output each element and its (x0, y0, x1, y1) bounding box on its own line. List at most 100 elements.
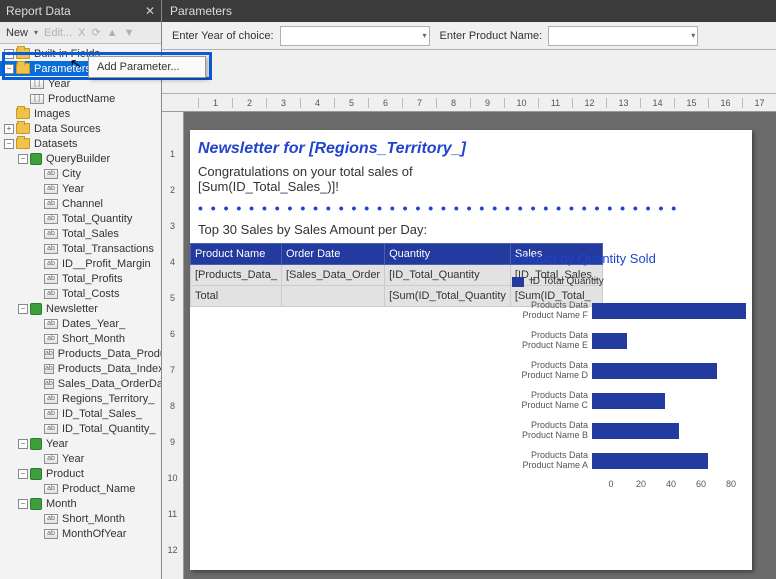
tree-label: Total_Transactions (62, 243, 154, 255)
tree-label: Year (48, 78, 70, 90)
delete-icon[interactable]: X (78, 27, 85, 39)
tree-param-item[interactable]: [ ]Year (0, 76, 161, 91)
report-page[interactable]: Newsletter for [Regions_Territory_] Cong… (190, 130, 752, 570)
chart-bar-label: Products Data Product Name F (512, 301, 592, 321)
cell[interactable]: [Products_Data_ (191, 265, 282, 286)
tree-field[interactable]: abCity (0, 166, 161, 181)
tree-label: QueryBuilder (46, 153, 110, 165)
cell[interactable]: [Sales_Data_Order (281, 265, 384, 286)
design-canvas[interactable]: 123456789101112 Newsletter for [Regions_… (162, 112, 776, 579)
th-orderdate[interactable]: Order Date (281, 244, 384, 265)
tree-dataset-month[interactable]: −Month (0, 496, 161, 511)
tree-data-sources[interactable]: +Data Sources (0, 121, 161, 136)
tree-field[interactable]: abDates_Year_ (0, 316, 161, 331)
tree-field[interactable]: abProduct_Name (0, 481, 161, 496)
tree-dataset-year[interactable]: −Year (0, 436, 161, 451)
report-data-title: Report Data (6, 4, 71, 18)
refresh-icon[interactable]: ⟳ (92, 26, 101, 39)
cell[interactable]: Total (191, 286, 282, 307)
tree-field[interactable]: abID_Total_Sales_ (0, 406, 161, 421)
tree-field[interactable]: abTotal_Profits (0, 271, 161, 286)
report-table-region[interactable]: Product Name Order Date Quantity Sales [… (190, 243, 500, 489)
tree-field[interactable]: abMonthOfYear (0, 526, 161, 541)
tree-field[interactable]: abTotal_Quantity (0, 211, 161, 226)
chart-bar-label: Products Data Product Name D (512, 361, 592, 381)
tree-field[interactable]: abTotal_Costs (0, 286, 161, 301)
congrats-line2[interactable]: [Sum(ID_Total_Sales_)]! (198, 179, 744, 194)
tree-label: ProductName (48, 93, 115, 105)
chevron-down-icon: ▾ (423, 31, 427, 40)
congrats-line1[interactable]: Congratulations on your total sales of (198, 164, 744, 179)
chart-bar (592, 393, 665, 409)
cell[interactable] (281, 286, 384, 307)
tree-label: Total_Costs (62, 288, 119, 300)
edit-button[interactable]: Edit... (44, 27, 72, 39)
report-data-tree[interactable]: +Built-in Fields −Parameters [ ]Year [ ]… (0, 44, 161, 579)
tree-label: Sales_Data_OrderDate_ (58, 378, 161, 390)
tree-label: Product_Name (62, 483, 135, 495)
new-button[interactable]: New (6, 27, 28, 39)
chart-bar-label: Products Data Product Name E (512, 331, 592, 351)
tree-field[interactable]: abYear (0, 451, 161, 466)
tree-label: Short_Month (62, 513, 125, 525)
report-data-toolbar: New ▾ Edit... X ⟳ ▲ ▼ (0, 22, 161, 44)
chart-bar (592, 303, 746, 319)
param-label-year: Enter Year of choice: (172, 30, 274, 42)
chart-bar-row: Products Data Product Name B (512, 419, 746, 443)
menu-add-parameter[interactable]: Add Parameter... (89, 57, 205, 77)
tree-label: Datasets (34, 138, 77, 150)
tree-field[interactable]: abID_Total_Quantity_ (0, 421, 161, 436)
report-chart-region[interactable]: Product by Quantity Sold ID Total Quanti… (512, 243, 756, 489)
move-down-icon[interactable]: ▼ (124, 27, 135, 39)
tree-field[interactable]: abProducts_Data_ProductName_ (0, 346, 161, 361)
tree-field[interactable]: abShort_Month (0, 511, 161, 526)
chart-bar-row: Products Data Product Name A (512, 449, 746, 473)
tree-label: Month (46, 498, 77, 510)
tree-label: City (62, 168, 81, 180)
tree-label: Year (62, 183, 84, 195)
legend-label: ID Total Quantity (530, 276, 604, 287)
param-input-product[interactable]: ▾ (548, 26, 698, 46)
tree-label: ID__Profit_Margin (62, 258, 151, 270)
tree-label: Regions_Territory_ (62, 393, 154, 405)
tree-field[interactable]: abShort_Month (0, 331, 161, 346)
tree-field[interactable]: abChannel (0, 196, 161, 211)
tree-label: Images (34, 108, 70, 120)
tree-field[interactable]: abRegions_Territory_ (0, 391, 161, 406)
tree-label: Product (46, 468, 84, 480)
tree-images[interactable]: +Images (0, 106, 161, 121)
chart-bar-row: Products Data Product Name E (512, 329, 746, 353)
chart-bar (592, 333, 627, 349)
th-quantity[interactable]: Quantity (385, 244, 511, 265)
tree-field[interactable]: abSales_Data_OrderDate_ (0, 376, 161, 391)
tree-dataset-querybuilder[interactable]: −QueryBuilder (0, 151, 161, 166)
tree-param-item[interactable]: [ ]ProductName (0, 91, 161, 106)
tree-field[interactable]: abTotal_Transactions (0, 241, 161, 256)
tree-datasets[interactable]: −Datasets (0, 136, 161, 151)
tree-dataset-product[interactable]: −Product (0, 466, 161, 481)
param-label-product: Enter Product Name: (440, 30, 543, 42)
tree-field[interactable]: abYear (0, 181, 161, 196)
tree-label: Year (46, 438, 68, 450)
param-input-year[interactable]: ▾ (280, 26, 430, 46)
report-title[interactable]: Newsletter for [Regions_Territory_] (190, 130, 752, 164)
tree-label: ID_Total_Quantity_ (62, 423, 156, 435)
cell[interactable]: [ID_Total_Quantity (385, 265, 511, 286)
top30-heading[interactable]: Top 30 Sales by Sales Amount per Day: (190, 216, 752, 243)
th-product[interactable]: Product Name (191, 244, 282, 265)
tree-label: ID_Total_Sales_ (62, 408, 142, 420)
parameters-title: Parameters (170, 4, 232, 18)
tree-label: Products_Data_Index_ (58, 363, 161, 375)
close-icon[interactable]: ✕ (145, 4, 155, 18)
tree-label: Total_Quantity (62, 213, 132, 225)
tree-field[interactable]: abProducts_Data_Index_ (0, 361, 161, 376)
chart-bar (592, 453, 708, 469)
tree-field[interactable]: abID__Profit_Margin (0, 256, 161, 271)
context-menu[interactable]: Add Parameter... (88, 56, 206, 78)
cell[interactable]: [Sum(ID_Total_Quantity (385, 286, 511, 307)
tree-dataset-newsletter[interactable]: −Newsletter (0, 301, 161, 316)
tree-field[interactable]: abTotal_Sales (0, 226, 161, 241)
tree-label: Total_Sales (62, 228, 119, 240)
report-data-panel: Report Data ✕ New ▾ Edit... X ⟳ ▲ ▼ +Bui… (0, 0, 162, 579)
move-up-icon[interactable]: ▲ (107, 27, 118, 39)
